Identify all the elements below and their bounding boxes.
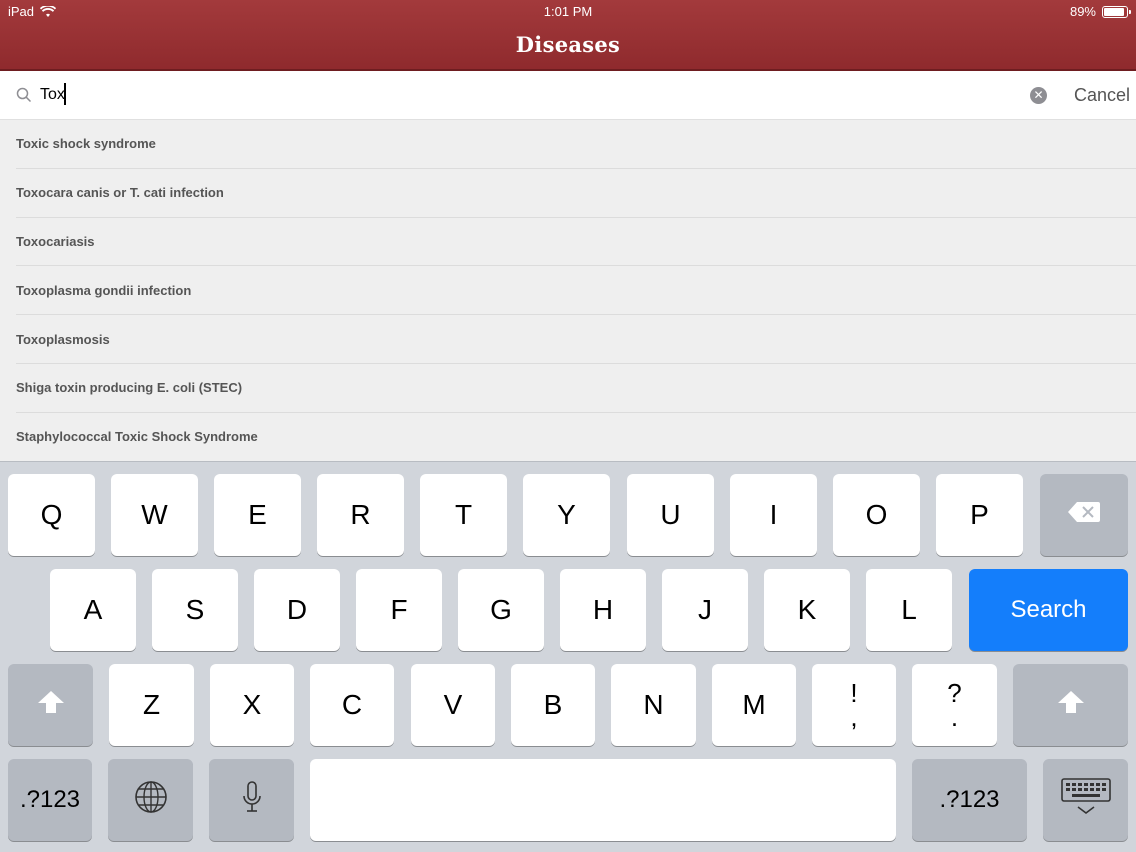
status-bar: iPad 1:01 PM 89% — [0, 4, 1136, 20]
search-bar: ✕ Cancel — [0, 71, 1136, 120]
key-w[interactable]: W — [111, 474, 198, 556]
on-screen-keyboard: Q W E R T Y U I O P A S D F G H J K L Se… — [0, 461, 1136, 852]
text-caret — [64, 83, 66, 105]
key-o[interactable]: O — [833, 474, 920, 556]
clock: 1:01 PM — [543, 4, 593, 19]
battery-percentage: 89% — [1069, 4, 1096, 19]
numbers-key-right[interactable]: .?123 — [912, 759, 1027, 841]
space-key[interactable] — [310, 759, 896, 841]
key-c[interactable]: C — [310, 664, 394, 746]
result-item[interactable]: Toxoplasmosis — [16, 315, 1136, 364]
cancel-button[interactable]: Cancel — [1060, 83, 1130, 107]
navigation-bar: iPad 1:01 PM 89% Diseases — [0, 0, 1136, 71]
shift-key-right[interactable] — [1013, 664, 1128, 746]
key-x[interactable]: X — [210, 664, 294, 746]
key-d[interactable]: D — [254, 569, 340, 651]
key-h[interactable]: H — [560, 569, 646, 651]
result-item[interactable]: Toxic shock syndrome — [16, 120, 1136, 169]
search-key[interactable]: Search — [969, 569, 1128, 651]
globe-icon — [134, 780, 168, 821]
key-question-period[interactable]: ? . — [912, 664, 997, 746]
key-j[interactable]: J — [662, 569, 748, 651]
key-exclamation-comma[interactable]: ! , — [812, 664, 896, 746]
key-f[interactable]: F — [356, 569, 442, 651]
globe-key[interactable] — [108, 759, 193, 841]
key-s[interactable]: S — [152, 569, 238, 651]
dismiss-keyboard-key[interactable] — [1043, 759, 1128, 841]
key-bottom-glyph: , — [850, 702, 858, 732]
key-a[interactable]: A — [50, 569, 136, 651]
key-t[interactable]: T — [420, 474, 507, 556]
key-i[interactable]: I — [730, 474, 817, 556]
search-input[interactable] — [40, 82, 1000, 108]
key-l[interactable]: L — [866, 569, 952, 651]
key-u[interactable]: U — [627, 474, 714, 556]
page-title: Diseases — [515, 32, 621, 57]
search-icon — [16, 87, 32, 103]
key-g[interactable]: G — [458, 569, 544, 651]
result-item[interactable]: Staphylococcal Toxic Shock Syndrome — [16, 413, 1136, 462]
key-m[interactable]: M — [712, 664, 796, 746]
key-v[interactable]: V — [411, 664, 495, 746]
battery-icon — [1102, 5, 1131, 18]
shift-key-left[interactable] — [8, 664, 93, 746]
result-item[interactable]: Toxoplasma gondii infection — [16, 266, 1136, 316]
battery-group: 89% — [1069, 4, 1131, 19]
key-y[interactable]: Y — [523, 474, 610, 556]
key-q[interactable]: Q — [8, 474, 95, 556]
result-item[interactable]: Toxocara canis or T. cati infection — [16, 169, 1136, 218]
keyboard-dismiss-icon — [1060, 777, 1112, 824]
key-bottom-glyph: . — [950, 702, 959, 732]
clear-search-icon[interactable]: ✕ — [1030, 87, 1047, 104]
numbers-key-left[interactable]: .?123 — [8, 759, 92, 841]
key-p[interactable]: P — [936, 474, 1023, 556]
backspace-icon — [1067, 499, 1101, 531]
dictation-key[interactable] — [209, 759, 294, 841]
key-r[interactable]: R — [317, 474, 404, 556]
results-list: Toxic shock syndrome Toxocara canis or T… — [0, 120, 1136, 462]
key-n[interactable]: N — [611, 664, 696, 746]
backspace-key[interactable] — [1040, 474, 1128, 556]
key-e[interactable]: E — [214, 474, 301, 556]
microphone-icon — [242, 780, 262, 821]
shift-icon — [1056, 689, 1086, 722]
key-z[interactable]: Z — [109, 664, 194, 746]
result-item[interactable]: Shiga toxin producing E. coli (STEC) — [16, 364, 1136, 413]
key-b[interactable]: B — [511, 664, 595, 746]
shift-icon — [36, 689, 66, 722]
result-item[interactable]: Toxocariasis — [16, 218, 1136, 267]
key-k[interactable]: K — [764, 569, 850, 651]
